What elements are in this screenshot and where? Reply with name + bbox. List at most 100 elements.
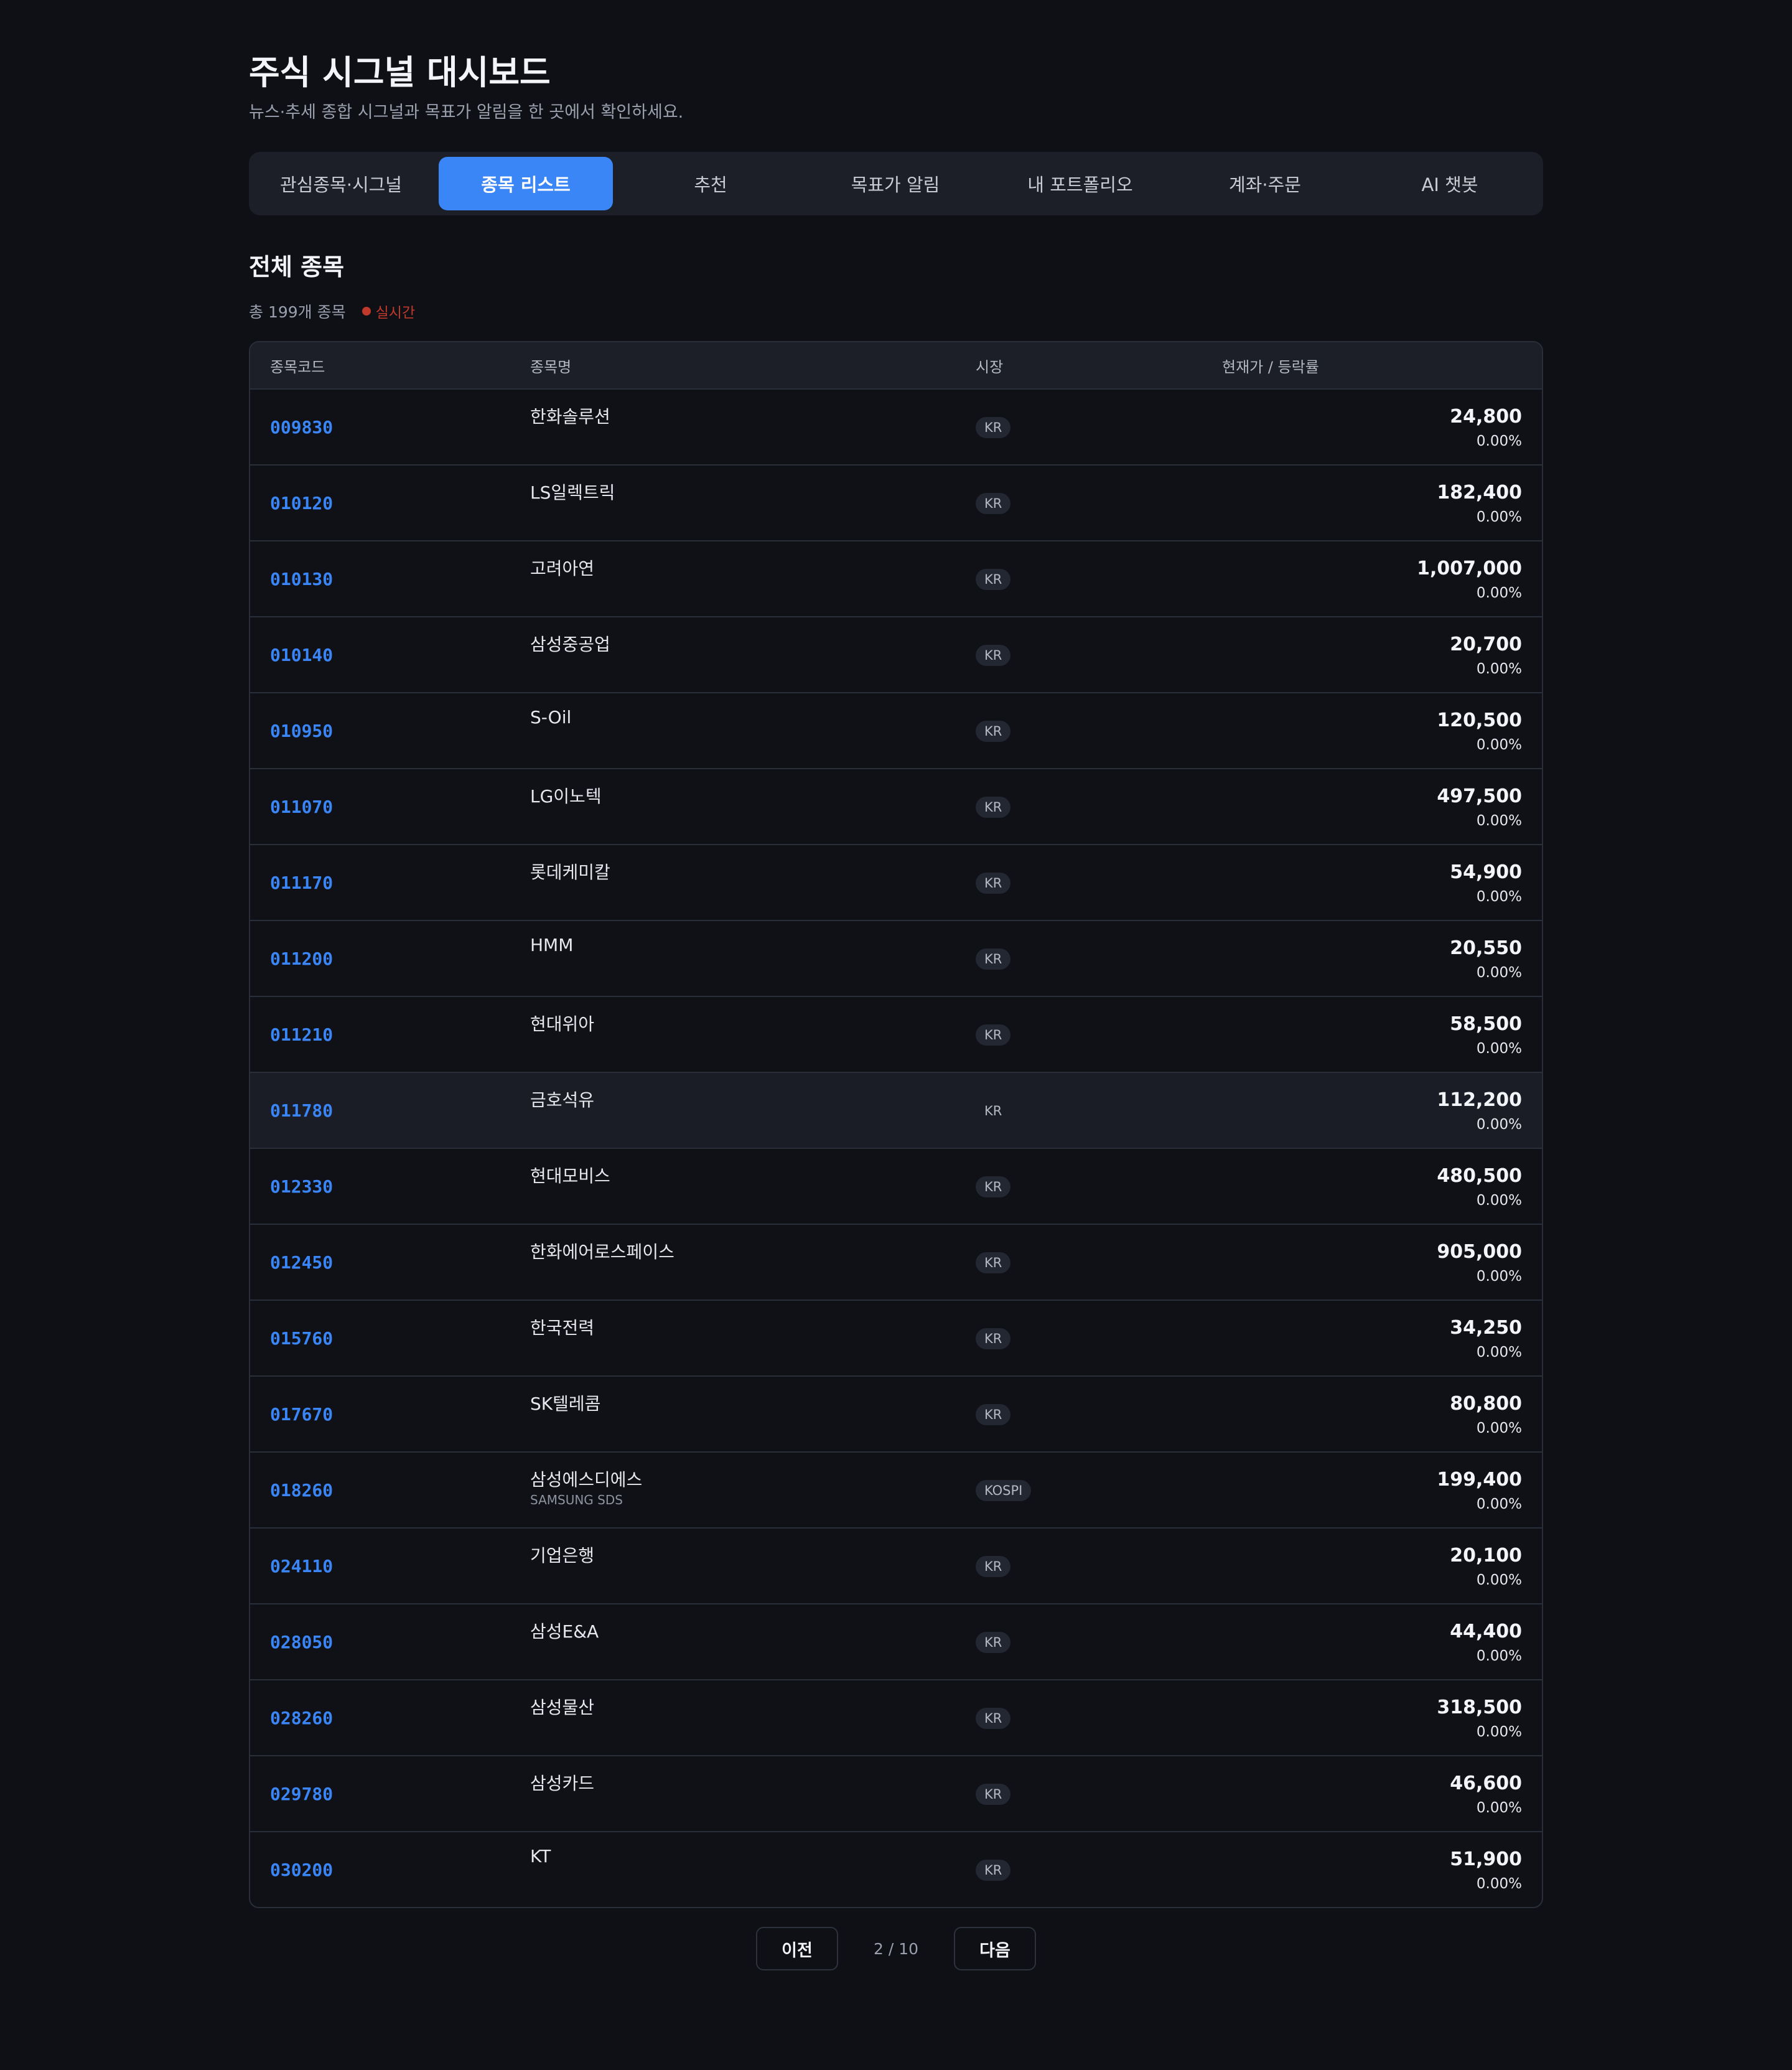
stock-name: KT <box>530 1846 551 1866</box>
stock-name: S-Oil <box>530 707 572 728</box>
market-badge: KR <box>976 1632 1011 1653</box>
next-page-button[interactable]: 다음 <box>954 1927 1036 1970</box>
stock-code-link[interactable]: 018260 <box>270 1480 333 1501</box>
table-row[interactable]: 012330 현대모비스 KR 480,500 0.00% <box>250 1148 1542 1224</box>
stock-name: 삼성E&A <box>530 1621 599 1642</box>
stock-code-link[interactable]: 028260 <box>270 1708 333 1728</box>
stock-english-name: SAMSUNG SDS <box>530 1492 623 1507</box>
current-price: 80,800 <box>1450 1393 1522 1415</box>
stock-name: LS일렉트릭 <box>530 482 615 503</box>
table-row[interactable]: 011200 HMM KR 20,550 0.00% <box>250 920 1542 996</box>
tab-target-price-alerts[interactable]: 목표가 알림 <box>808 157 982 210</box>
stock-code-link[interactable]: 028050 <box>270 1632 333 1652</box>
table-row[interactable]: 028050 삼성E&A KR 44,400 0.00% <box>250 1603 1542 1679</box>
stock-code-link[interactable]: 011070 <box>270 797 333 817</box>
market-badge: KR <box>976 1404 1011 1425</box>
current-price: 497,500 <box>1437 785 1522 807</box>
change-rate: 0.00% <box>1476 509 1522 525</box>
stock-name: 롯데케미칼 <box>530 862 610 883</box>
tab-my-portfolio[interactable]: 내 포트폴리오 <box>993 157 1167 210</box>
prev-page-button[interactable]: 이전 <box>756 1927 838 1970</box>
pagination: 이전 2 / 10 다음 <box>249 1927 1543 1970</box>
stock-code-link[interactable]: 029780 <box>270 1784 333 1804</box>
stock-code-link[interactable]: 010140 <box>270 645 333 665</box>
stock-code-link[interactable]: 009830 <box>270 417 333 438</box>
table-row[interactable]: 009830 한화솔루션 KR 24,800 0.00% <box>250 388 1542 464</box>
tab-account-orders[interactable]: 계좌·주문 <box>1178 157 1352 210</box>
stock-name: 기업은행 <box>530 1545 595 1566</box>
current-price: 20,100 <box>1450 1545 1522 1567</box>
tab-recommendations[interactable]: 추천 <box>623 157 798 210</box>
table-row[interactable]: 010140 삼성중공업 KR 20,700 0.00% <box>250 616 1542 692</box>
stock-code-link[interactable]: 011170 <box>270 873 333 893</box>
market-badge: KR <box>976 1328 1011 1349</box>
tab-ai-chatbot[interactable]: AI 챗봇 <box>1363 157 1537 210</box>
stock-code-link[interactable]: 017670 <box>270 1404 333 1425</box>
change-rate: 0.00% <box>1476 1572 1522 1588</box>
market-badge: KR <box>984 1103 1002 1118</box>
stock-code-link[interactable]: 015760 <box>270 1328 333 1349</box>
change-rate: 0.00% <box>1476 1648 1522 1664</box>
stock-code-link[interactable]: 010950 <box>270 721 333 741</box>
current-price: 54,900 <box>1450 861 1522 883</box>
current-price: 20,550 <box>1450 937 1522 959</box>
table-row[interactable]: 018260 삼성에스디에스 SAMSUNG SDS KOSPI 199,400 0.00… <box>250 1451 1542 1527</box>
change-rate: 0.00% <box>1476 737 1522 753</box>
market-badge: KR <box>976 569 1011 590</box>
live-indicator: 실시간 <box>362 301 415 322</box>
table-row[interactable]: 011070 LG이노텍 KR 497,500 0.00% <box>250 768 1542 844</box>
stock-name: 고려아연 <box>530 558 595 579</box>
stock-code-link[interactable]: 012450 <box>270 1252 333 1273</box>
stock-code-link[interactable]: 011780 <box>270 1100 333 1121</box>
stock-name: 금호석유 <box>530 1090 595 1110</box>
table-header: 종목코드 종목명 시장 현재가 / 등락률 <box>250 342 1542 388</box>
market-badge: KR <box>976 493 1011 514</box>
market-badge: KR <box>976 873 1011 894</box>
table-row[interactable]: 029780 삼성카드 KR 46,600 0.00% <box>250 1755 1542 1831</box>
stock-code-link[interactable]: 011210 <box>270 1024 333 1045</box>
market-badge: KR <box>976 645 1011 666</box>
table-body: 009830 한화솔루션 KR 24,800 0.00% 010120 LS일렉트릭 KR 18… <box>250 388 1542 1907</box>
table-row[interactable]: 011210 현대위아 KR 58,500 0.00% <box>250 996 1542 1072</box>
stock-code-link[interactable]: 011200 <box>270 948 333 969</box>
stock-code-link[interactable]: 010120 <box>270 493 333 513</box>
page-subtitle: 뉴스·추세 종합 시그널과 목표가 알림을 한 곳에서 확인하세요. <box>249 103 684 122</box>
table-row[interactable]: 015760 한국전력 KR 34,250 0.00% <box>250 1300 1542 1375</box>
market-badge: KR <box>976 1556 1011 1577</box>
stock-code-link[interactable]: 010130 <box>270 569 333 589</box>
table-row[interactable]: 028260 삼성물산 KR 318,500 0.00% <box>250 1679 1542 1755</box>
header-code: 종목코드 <box>270 358 325 376</box>
change-rate: 0.00% <box>1476 965 1522 981</box>
change-rate: 0.00% <box>1476 1117 1522 1133</box>
table-row[interactable]: 010130 고려아연 KR 1,007,000 0.00% <box>250 540 1542 616</box>
stock-code-link[interactable]: 012330 <box>270 1176 333 1197</box>
market-badge: KR <box>976 417 1011 438</box>
table-row[interactable]: 010120 LS일렉트릭 KR 182,400 0.00% <box>250 464 1542 540</box>
change-rate: 0.00% <box>1476 1344 1522 1360</box>
stock-name: 삼성카드 <box>530 1773 595 1794</box>
table-row[interactable]: 024110 기업은행 KR 20,100 0.00% <box>250 1527 1542 1603</box>
stock-name: 한화솔루션 <box>530 406 610 427</box>
current-price: 51,900 <box>1450 1848 1522 1870</box>
tab-watchlist-signals[interactable]: 관심종목·시그널 <box>254 157 428 210</box>
stock-name: 현대모비스 <box>530 1166 610 1186</box>
current-price: 120,500 <box>1437 710 1522 731</box>
tab-stock-list[interactable]: 종목 리스트 <box>439 157 613 210</box>
change-rate: 0.00% <box>1476 889 1522 905</box>
table-row[interactable]: 010950 S-Oil KR 120,500 0.00% <box>250 692 1542 768</box>
table-row[interactable]: 012450 한화에어로스페이스 KR 905,000 0.00% <box>250 1224 1542 1300</box>
stock-code-link[interactable]: 030200 <box>270 1860 333 1880</box>
table-row[interactable]: 011170 롯데케미칼 KR 54,900 0.00% <box>250 844 1542 920</box>
stock-name: 삼성에스디에스 <box>530 1469 643 1490</box>
stock-code-link[interactable]: 024110 <box>270 1556 333 1576</box>
stock-table: 종목코드 종목명 시장 현재가 / 등락률 009830 한화솔루션 KR 24,80… <box>249 341 1543 1908</box>
stock-name: HMM <box>530 935 574 955</box>
tab-bar: 관심종목·시그널 종목 리스트 추천 목표가 알림 내 포트폴리오 계좌·주문 … <box>249 152 1543 215</box>
change-rate: 0.00% <box>1476 661 1522 677</box>
table-row[interactable]: 030200 KT KR 51,900 0.00% <box>250 1831 1542 1907</box>
market-badge: KR <box>976 721 1011 742</box>
change-rate: 0.00% <box>1476 1268 1522 1285</box>
change-rate: 0.00% <box>1476 1041 1522 1057</box>
table-row[interactable]: 017670 SK텔레콤 KR 80,800 0.00% <box>250 1375 1542 1451</box>
table-row[interactable]: 011780 금호석유 KR 112,200 0.00% <box>250 1072 1542 1148</box>
